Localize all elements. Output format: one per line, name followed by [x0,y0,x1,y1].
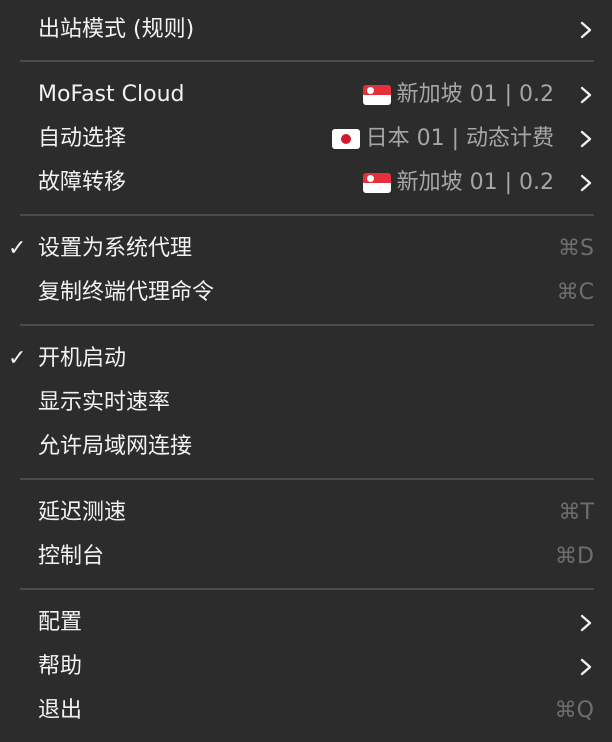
keyboard-shortcut: ⌘S [558,236,594,261]
menu-item-label: MoFast Cloud [38,82,185,107]
menu-item-latency-test[interactable]: 延迟测速 ⌘T [0,491,612,535]
menu-item-allow-lan[interactable]: 允许局域网连接 [0,425,612,469]
menu-item-outbound-mode[interactable]: 出站模式 (规则) [0,8,612,52]
menu-separator [20,324,594,326]
menu-item-quit[interactable]: 退出 ⌘Q [0,689,612,733]
menu-item-auto-select[interactable]: 自动选择 日本 01 | 动态计费 [0,117,612,161]
menu-item-label: 配置 [38,610,83,635]
menu-item-label: 开机启动 [38,346,127,371]
keyboard-shortcut: ⌘T [558,500,594,525]
checkmark-icon: ✓ [8,346,27,371]
menu-item-label: 控制台 [38,544,105,569]
menu-item-label: 自动选择 [38,126,127,151]
menu-item-console[interactable]: 控制台 ⌘D [0,535,612,579]
menu-item-failover[interactable]: 故障转移 新加坡 01 | 0.2 [0,161,612,205]
keyboard-shortcut: ⌘D [555,544,594,569]
menu-item-config[interactable]: 配置 [0,601,612,645]
menu-item-label: 退出 [38,698,83,723]
menu-item-label: 帮助 [38,654,83,679]
menu-item-label: 显示实时速率 [38,390,171,415]
tray-menu: 出站模式 (规则) MoFast Cloud 新加坡 01 | 0.2 自动选择… [0,0,612,742]
menu-item-label: 故障转移 [38,170,127,195]
menu-item-label: 允许局域网连接 [38,434,193,459]
selected-node-label: 新加坡 01 | 0.2 [396,82,554,107]
menu-item-help[interactable]: 帮助 [0,645,612,689]
menu-item-launch-at-login[interactable]: ✓ 开机启动 [0,337,612,381]
chevron-right-icon [576,645,596,689]
chevron-right-icon [576,73,596,117]
menu-item-mofast-cloud[interactable]: MoFast Cloud 新加坡 01 | 0.2 [0,73,612,117]
chevron-right-icon [576,601,596,645]
menu-separator [20,214,594,216]
keyboard-shortcut: ⌘C [556,280,594,305]
keyboard-shortcut: ⌘Q [554,698,594,723]
selected-node: 日本 01 | 动态计费 [331,117,554,161]
menu-item-label: 延迟测速 [38,500,127,525]
japan-flag-icon [331,129,360,149]
menu-separator [20,478,594,480]
selected-node-label: 新加坡 01 | 0.2 [396,170,554,195]
selected-node: 新加坡 01 | 0.2 [362,73,554,117]
singapore-flag-icon [362,173,391,193]
selected-node: 新加坡 01 | 0.2 [362,161,554,205]
chevron-right-icon [576,117,596,161]
singapore-flag-icon [362,85,391,105]
menu-item-label: 复制终端代理命令 [38,280,215,305]
checkmark-icon: ✓ [8,236,27,261]
menu-item-label: 出站模式 (规则) [38,17,195,42]
menu-item-copy-proxy-command[interactable]: 复制终端代理命令 ⌘C [0,271,612,315]
menu-item-label: 设置为系统代理 [38,236,193,261]
menu-item-show-speed[interactable]: 显示实时速率 [0,381,612,425]
chevron-right-icon [576,8,596,52]
chevron-right-icon [576,161,596,205]
menu-separator [20,588,594,590]
menu-separator [20,60,594,62]
selected-node-label: 日本 01 | 动态计费 [365,126,554,151]
menu-item-system-proxy[interactable]: ✓ 设置为系统代理 ⌘S [0,227,612,271]
